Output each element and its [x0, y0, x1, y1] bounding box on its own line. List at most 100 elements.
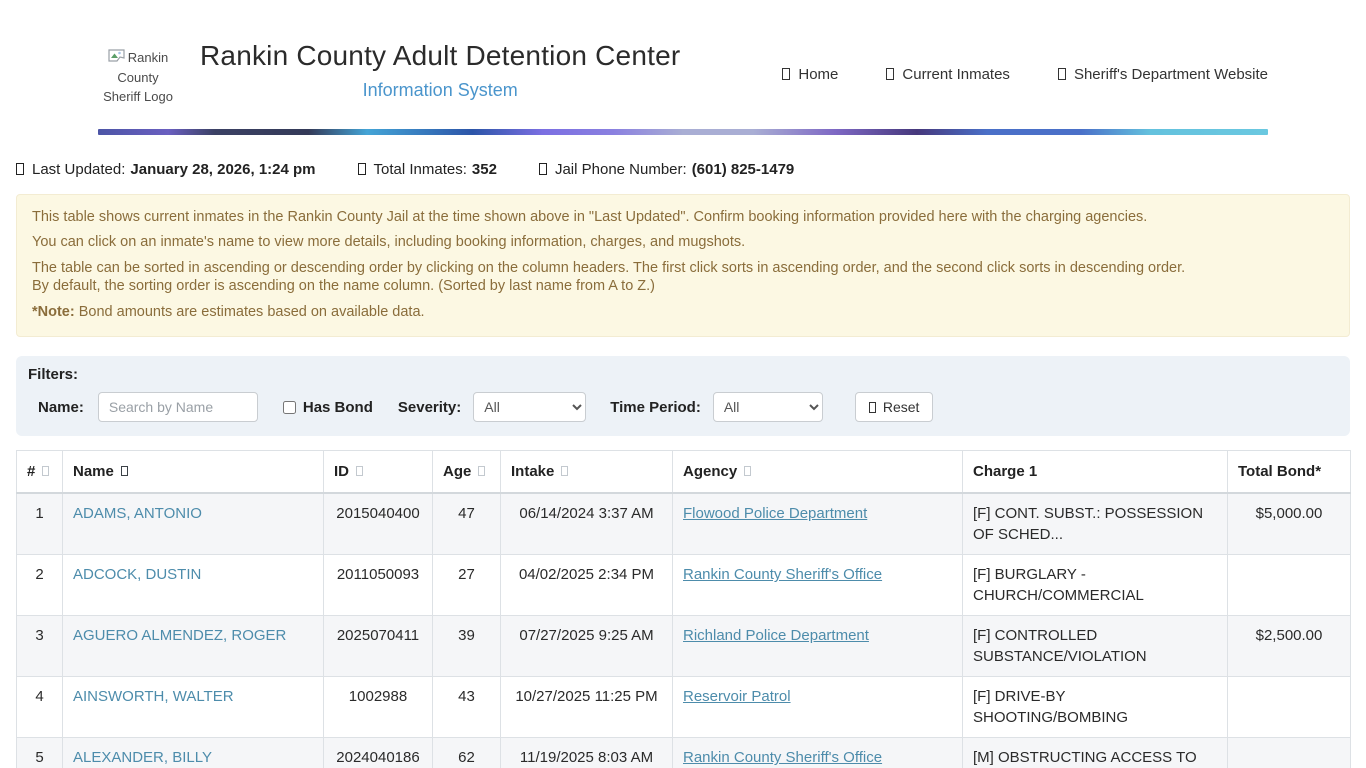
column-header-label: Agency: [683, 463, 737, 480]
cell-row-number: 5: [17, 738, 63, 768]
column-header-label: Age: [443, 463, 471, 480]
cell-name: ALEXANDER, BILLY: [63, 738, 324, 768]
column-header-label: Intake: [511, 463, 554, 480]
cell-agency: Rankin County Sheriff's Office: [673, 555, 963, 616]
notice-note: *Note: Bond amounts are estimates based …: [32, 303, 1334, 322]
cell-name: AINSWORTH, WALTER: [63, 677, 324, 738]
cell-row-number: 3: [17, 616, 63, 677]
page-subtitle: Information System: [200, 80, 680, 101]
logo-broken-image: Rankin County Sheriff Logo: [98, 48, 178, 107]
cell-intake: 04/02/2025 2:34 PM: [501, 555, 673, 616]
nav-item-home[interactable]: Home: [782, 66, 838, 83]
table-row: 3AGUERO ALMENDEZ, ROGER20250704113907/27…: [17, 616, 1351, 677]
cell-charge-1: [F] DRIVE-BY SHOOTING/BOMBING: [963, 677, 1228, 738]
severity-select[interactable]: All: [473, 392, 586, 422]
last-updated-label: Last Updated:: [32, 161, 125, 178]
time-period-select[interactable]: All: [713, 392, 823, 422]
reset-button[interactable]: Reset: [855, 392, 934, 422]
cell-total-bond: [1228, 738, 1351, 768]
cell-agency: Reservoir Patrol: [673, 677, 963, 738]
cell-age: 62: [433, 738, 501, 768]
inmate-table-body: 1ADAMS, ANTONIO20150404004706/14/2024 3:…: [17, 493, 1351, 768]
jail-phone-value: (601) 825-1479: [692, 161, 795, 178]
table-row: 5ALEXANDER, BILLY20240401866211/19/2025 …: [17, 738, 1351, 768]
has-bond-label: Has Bond: [303, 399, 373, 416]
has-bond-checkbox[interactable]: [283, 401, 296, 414]
notice-line-4-text: By default, the sorting order is ascendi…: [32, 278, 655, 294]
severity-filter-label: Severity:: [398, 399, 461, 416]
main-nav: Home Current Inmates Sheriff's Department …: [782, 66, 1268, 83]
inmate-name-link[interactable]: ADAMS, ANTONIO: [73, 505, 202, 522]
sort-icon: [478, 466, 485, 476]
agency-link[interactable]: Flowood Police Department: [683, 505, 867, 522]
filters-title: Filters:: [28, 366, 1338, 383]
column-header-age[interactable]: Age: [433, 451, 501, 494]
last-updated-status: Last Updated: January 28, 2026, 1:24 pm: [16, 161, 316, 178]
inmate-name-link[interactable]: AGUERO ALMENDEZ, ROGER: [73, 627, 286, 644]
cell-agency: Rankin County Sheriff's Office: [673, 738, 963, 768]
inmate-name-link[interactable]: AINSWORTH, WALTER: [73, 688, 234, 705]
name-filter-label: Name:: [38, 399, 84, 416]
last-updated-value: January 28, 2026, 1:24 pm: [130, 161, 315, 178]
nav-item-icon: [1058, 68, 1066, 80]
cell-name: AGUERO ALMENDEZ, ROGER: [63, 616, 324, 677]
cell-total-bond: [1228, 677, 1351, 738]
total-inmates-status: Total Inmates:352: [358, 161, 497, 178]
agency-link[interactable]: Reservoir Patrol: [683, 688, 791, 705]
cell-name: ADAMS, ANTONIO: [63, 493, 324, 555]
cell-name: ADCOCK, DUSTIN: [63, 555, 324, 616]
cell-charge-1: [M] OBSTRUCTING ACCESS TO EMERGENCY A...: [963, 738, 1228, 768]
agency-link[interactable]: Richland Police Department: [683, 627, 869, 644]
inmate-table: # Name ID Age Intake Agency Charge 1 Total Bond…: [16, 450, 1351, 768]
cell-id: 2024040186: [324, 738, 433, 768]
cell-id: 2011050093: [324, 555, 433, 616]
people-icon: [358, 163, 366, 175]
notice-line-3-text: The table can be sorted in ascending or …: [32, 260, 1185, 276]
inmate-name-link[interactable]: ADCOCK, DUSTIN: [73, 566, 201, 583]
column-header-agency[interactable]: Agency: [673, 451, 963, 494]
cell-charge-1: [F] CONT. SUBST.: POSSESSION OF SCHED...: [963, 493, 1228, 555]
column-header-label: Name: [73, 463, 114, 480]
header-gradient-bar: [98, 129, 1268, 135]
nav-item-icon: [782, 68, 790, 80]
column-header-label: Total Bond*: [1238, 463, 1321, 480]
total-inmates-label: Total Inmates:: [374, 161, 467, 178]
nav-item-current-inmates[interactable]: Current Inmates: [886, 66, 1010, 83]
sort-icon: [561, 466, 568, 476]
reset-button-label: Reset: [883, 399, 920, 415]
phone-icon: [539, 163, 547, 175]
jail-phone-status: Jail Phone Number:(601) 825-1479: [539, 161, 794, 178]
table-row: 1ADAMS, ANTONIO20150404004706/14/2024 3:…: [17, 493, 1351, 555]
cell-charge-1: [F] BURGLARY - CHURCH/COMMERCIAL: [963, 555, 1228, 616]
cell-agency: Richland Police Department: [673, 616, 963, 677]
cell-age: 27: [433, 555, 501, 616]
sort-icon: [42, 466, 49, 476]
column-header-name[interactable]: Name: [63, 451, 324, 494]
cell-age: 39: [433, 616, 501, 677]
sort-icon: [744, 466, 751, 476]
nav-item-label: Home: [798, 66, 838, 83]
nav-item-sheriffs-department-website[interactable]: Sheriff's Department Website: [1058, 66, 1268, 83]
column-header-intake[interactable]: Intake: [501, 451, 673, 494]
status-bar: Last Updated: January 28, 2026, 1:24 pm T…: [16, 161, 1350, 178]
search-input[interactable]: [98, 392, 258, 422]
table-row: 4AINSWORTH, WALTER10029884310/27/2025 11…: [17, 677, 1351, 738]
cell-row-number: 2: [17, 555, 63, 616]
column-header-label: Charge 1: [973, 463, 1037, 480]
agency-link[interactable]: Rankin County Sheriff's Office: [683, 566, 882, 583]
notice-line-2: You can click on an inmate's name to vie…: [32, 233, 1334, 252]
inmate-name-link[interactable]: ALEXANDER, BILLY: [73, 749, 212, 766]
notice-note-text: Bond amounts are estimates based on avai…: [75, 304, 425, 320]
column-header-bond: Total Bond*: [1228, 451, 1351, 494]
column-header-charge: Charge 1: [963, 451, 1228, 494]
column-header-id[interactable]: ID: [324, 451, 433, 494]
has-bond-filter: Has Bond: [283, 399, 373, 416]
column-header-num[interactable]: #: [17, 451, 63, 494]
clock-icon: [16, 163, 24, 175]
reset-icon: [869, 402, 876, 413]
cell-row-number: 1: [17, 493, 63, 555]
nav-item-label: Sheriff's Department Website: [1074, 66, 1268, 83]
cell-id: 1002988: [324, 677, 433, 738]
agency-link[interactable]: Rankin County Sheriff's Office: [683, 749, 882, 766]
cell-id: 2025070411: [324, 616, 433, 677]
